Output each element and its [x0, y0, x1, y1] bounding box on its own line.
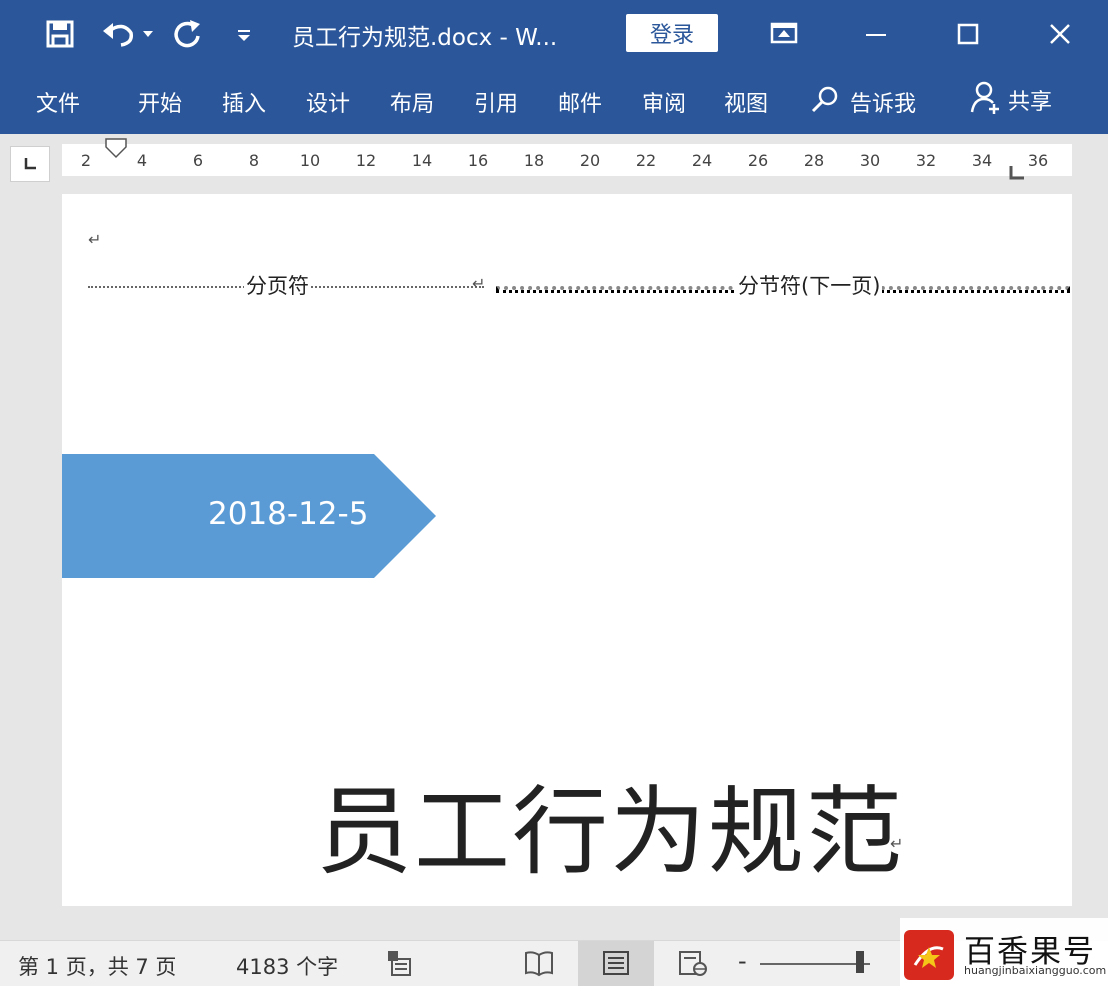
- watermark-url: huangjinbaixiangguo.com: [964, 964, 1107, 977]
- add-person-icon: [970, 80, 1002, 120]
- tell-me-label: 告诉我: [850, 92, 917, 117]
- share-button[interactable]: 共享: [970, 80, 1052, 120]
- zoom-slider-track[interactable]: [760, 963, 870, 965]
- redo-icon[interactable]: [170, 14, 206, 54]
- minimize-icon[interactable]: [856, 14, 896, 54]
- ruler-tick: 26: [747, 151, 769, 170]
- ruler-tick: 16: [467, 151, 489, 170]
- proofing-icon[interactable]: [386, 949, 412, 981]
- ruler-tick: 32: [915, 151, 937, 170]
- ruler-tick: 22: [635, 151, 657, 170]
- paragraph-mark: ↵: [472, 274, 486, 293]
- document-title-text[interactable]: 员工行为规范: [316, 754, 904, 893]
- paragraph-mark: ↵: [890, 834, 904, 853]
- ruler-tick: 24: [691, 151, 713, 170]
- section-break-label: 分节符(下一页): [736, 270, 883, 300]
- tab-references[interactable]: 引用: [474, 86, 518, 118]
- tab-design[interactable]: 设计: [306, 86, 350, 118]
- ruler-tick: 4: [136, 151, 148, 170]
- close-icon[interactable]: [1040, 14, 1080, 54]
- save-icon[interactable]: [40, 14, 80, 54]
- ruler-tick: 8: [248, 151, 260, 170]
- document-page[interactable]: ↵ 分页符 ↵ 分节符(下一页) 2018-12-5 员工行为规范 ↵: [62, 194, 1072, 906]
- document-title: 员工行为规范.docx - W...: [292, 25, 558, 51]
- search-icon: [810, 84, 840, 120]
- page-break-label: 分页符: [244, 270, 311, 300]
- tab-insert[interactable]: 插入: [222, 86, 266, 118]
- tell-me-search[interactable]: 告诉我: [810, 84, 916, 120]
- word-count-status[interactable]: 4183 个字: [236, 951, 338, 981]
- zoom-slider-thumb[interactable]: [856, 951, 864, 973]
- ribbon-tabs: 文件 开始 插入 设计 布局 引用 邮件 审阅 视图 告诉我 共享: [0, 68, 1108, 134]
- ribbon-display-options-icon[interactable]: [764, 14, 804, 54]
- tab-mailings[interactable]: 邮件: [558, 86, 602, 118]
- ruler-tick: 12: [355, 151, 377, 170]
- tab-home[interactable]: 开始: [138, 86, 182, 118]
- share-label: 共享: [1008, 90, 1053, 115]
- page-count-status[interactable]: 第 1 页，共 7 页: [18, 951, 176, 981]
- ruler-tick: 14: [411, 151, 433, 170]
- tab-view[interactable]: 视图: [724, 86, 768, 118]
- ruler-tick: 30: [859, 151, 881, 170]
- undo-icon[interactable]: [100, 14, 158, 54]
- tab-review[interactable]: 审阅: [642, 86, 686, 118]
- paragraph-mark: ↵: [88, 230, 102, 249]
- right-margin-marker[interactable]: [1008, 166, 1026, 186]
- ruler-tick: 6: [192, 151, 204, 170]
- tab-file[interactable]: 文件: [36, 86, 80, 118]
- ruler-tick: 20: [579, 151, 601, 170]
- horizontal-ruler[interactable]: 2 4 6 8 10 12 14 16 18 20 22 24 26 28 30…: [62, 144, 1072, 176]
- watermark-logo: [904, 930, 954, 980]
- zoom-out-button[interactable]: -: [738, 947, 747, 975]
- maximize-icon[interactable]: [948, 14, 988, 54]
- ruler-tick: 2: [80, 151, 92, 170]
- print-layout-icon[interactable]: [602, 949, 630, 981]
- customize-qat-icon[interactable]: [230, 14, 258, 54]
- ruler-tick: 36: [1027, 151, 1049, 170]
- date-text[interactable]: 2018-12-5: [208, 496, 368, 532]
- ruler-tick: 28: [803, 151, 825, 170]
- login-button[interactable]: 登录: [626, 14, 718, 52]
- left-tab-icon: [24, 158, 36, 170]
- read-mode-icon[interactable]: [524, 949, 554, 981]
- web-layout-icon[interactable]: [678, 949, 708, 981]
- ruler-tick: 34: [971, 151, 993, 170]
- title-bar: 员工行为规范.docx - W... 登录: [0, 0, 1108, 68]
- ruler-tick: 10: [299, 151, 321, 170]
- ruler-tick: 18: [523, 151, 545, 170]
- tab-layout[interactable]: 布局: [390, 86, 434, 118]
- first-line-indent-marker[interactable]: [104, 137, 128, 163]
- tab-selector[interactable]: [10, 146, 50, 182]
